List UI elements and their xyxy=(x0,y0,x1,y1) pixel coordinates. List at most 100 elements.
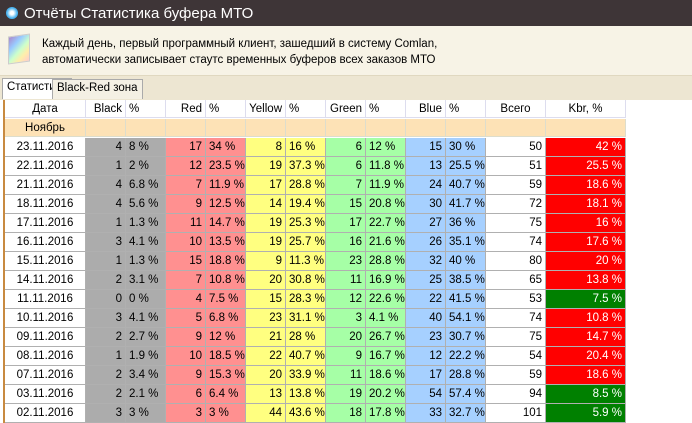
cell-date[interactable]: 15.11.2016 xyxy=(5,252,86,271)
table-row[interactable]: 15.11.2016 1 1.3 % 15 18.8 % 9 11.3 % 23 28.8 % 3… xyxy=(5,252,626,271)
cell-date[interactable]: 08.11.2016 xyxy=(5,347,86,366)
cell-total[interactable]: 72 xyxy=(486,195,546,214)
cell-yellow-pct[interactable]: 28.3 % xyxy=(286,290,326,309)
cell-green-count[interactable]: 11 xyxy=(326,366,366,385)
cell-date[interactable]: 09.11.2016 xyxy=(5,328,86,347)
cell-total[interactable]: 74 xyxy=(486,233,546,252)
cell-red-count[interactable]: 15 xyxy=(166,252,206,271)
table-row[interactable]: 22.11.2016 1 2 % 12 23.5 % 19 37.3 % 6 11.8 % 13 2… xyxy=(5,157,626,176)
cell-date[interactable]: 17.11.2016 xyxy=(5,214,86,233)
cell-yellow-pct[interactable]: 11.3 % xyxy=(286,252,326,271)
col-red-pct[interactable]: % xyxy=(206,100,246,118)
cell-total[interactable]: 101 xyxy=(486,404,546,423)
table-row[interactable]: 07.11.2016 2 3.4 % 9 15.3 % 20 33.9 % 11 18.6 % 1… xyxy=(5,366,626,385)
cell-kbr[interactable]: 18.6 % xyxy=(546,366,626,385)
cell-blue-count[interactable]: 15 xyxy=(406,138,446,157)
cell-red-count[interactable]: 9 xyxy=(166,366,206,385)
cell-red-pct[interactable]: 6.8 % xyxy=(206,309,246,328)
cell-yellow-pct[interactable]: 25.3 % xyxy=(286,214,326,233)
cell-total[interactable]: 75 xyxy=(486,214,546,233)
cell-blue-count[interactable]: 54 xyxy=(406,385,446,404)
cell-yellow-count[interactable]: 44 xyxy=(246,404,286,423)
table-row[interactable]: 03.11.2016 2 2.1 % 6 6.4 % 13 13.8 % 19 20.2 % 54… xyxy=(5,385,626,404)
cell-black-count[interactable]: 4 xyxy=(86,138,126,157)
cell-black-pct[interactable]: 0 % xyxy=(126,290,166,309)
col-total[interactable]: Всего xyxy=(486,100,546,118)
col-black[interactable]: Black xyxy=(86,100,126,118)
cell-blue-pct[interactable]: 30 % xyxy=(446,138,486,157)
cell-yellow-count[interactable]: 21 xyxy=(246,328,286,347)
cell-yellow-pct[interactable]: 28.8 % xyxy=(286,176,326,195)
cell-yellow-pct[interactable]: 25.7 % xyxy=(286,233,326,252)
cell-blue-count[interactable]: 40 xyxy=(406,309,446,328)
cell-date[interactable]: 21.11.2016 xyxy=(5,176,86,195)
cell-total[interactable]: 54 xyxy=(486,347,546,366)
cell-total[interactable]: 75 xyxy=(486,328,546,347)
cell-green-pct[interactable]: 28.8 % xyxy=(366,252,406,271)
cell-yellow-count[interactable]: 17 xyxy=(246,176,286,195)
col-blue[interactable]: Blue xyxy=(406,100,446,118)
cell-red-pct[interactable]: 18.8 % xyxy=(206,252,246,271)
cell-kbr[interactable]: 7.5 % xyxy=(546,290,626,309)
cell-yellow-count[interactable]: 9 xyxy=(246,252,286,271)
cell-blue-count[interactable]: 22 xyxy=(406,290,446,309)
cell-green-pct[interactable]: 20.2 % xyxy=(366,385,406,404)
cell-black-pct[interactable]: 4.1 % xyxy=(126,309,166,328)
cell-green-count[interactable]: 20 xyxy=(326,328,366,347)
cell-green-count[interactable]: 17 xyxy=(326,214,366,233)
cell-black-pct[interactable]: 2.1 % xyxy=(126,385,166,404)
col-green-pct[interactable]: % xyxy=(366,100,406,118)
cell-blue-count[interactable]: 23 xyxy=(406,328,446,347)
cell-red-pct[interactable]: 6.4 % xyxy=(206,385,246,404)
cell-kbr[interactable]: 8.5 % xyxy=(546,385,626,404)
cell-green-pct[interactable]: 22.7 % xyxy=(366,214,406,233)
cell-green-pct[interactable]: 16.7 % xyxy=(366,347,406,366)
cell-yellow-pct[interactable]: 28 % xyxy=(286,328,326,347)
cell-blue-count[interactable]: 17 xyxy=(406,366,446,385)
cell-blue-count[interactable]: 24 xyxy=(406,176,446,195)
cell-black-pct[interactable]: 3 % xyxy=(126,404,166,423)
cell-green-count[interactable]: 6 xyxy=(326,138,366,157)
cell-green-count[interactable]: 7 xyxy=(326,176,366,195)
col-date[interactable]: Дата xyxy=(5,100,86,118)
cell-blue-pct[interactable]: 36 % xyxy=(446,214,486,233)
cell-black-count[interactable]: 2 xyxy=(86,385,126,404)
table-row[interactable]: 09.11.2016 2 2.7 % 9 12 % 21 28 % 20 26.7 % 23 30.… xyxy=(5,328,626,347)
cell-yellow-pct[interactable]: 16 % xyxy=(286,138,326,157)
cell-total[interactable]: 80 xyxy=(486,252,546,271)
cell-red-pct[interactable]: 13.5 % xyxy=(206,233,246,252)
cell-black-pct[interactable]: 1.9 % xyxy=(126,347,166,366)
cell-blue-pct[interactable]: 32.7 % xyxy=(446,404,486,423)
cell-black-pct[interactable]: 1.3 % xyxy=(126,252,166,271)
cell-black-count[interactable]: 1 xyxy=(86,157,126,176)
cell-red-pct[interactable]: 14.7 % xyxy=(206,214,246,233)
cell-black-pct[interactable]: 2 % xyxy=(126,157,166,176)
cell-green-pct[interactable]: 26.7 % xyxy=(366,328,406,347)
cell-kbr[interactable]: 20 % xyxy=(546,252,626,271)
cell-total[interactable]: 53 xyxy=(486,290,546,309)
cell-black-count[interactable]: 3 xyxy=(86,309,126,328)
col-blue-pct[interactable]: % xyxy=(446,100,486,118)
cell-kbr[interactable]: 14.7 % xyxy=(546,328,626,347)
cell-red-count[interactable]: 5 xyxy=(166,309,206,328)
cell-total[interactable]: 94 xyxy=(486,385,546,404)
cell-red-pct[interactable]: 12 % xyxy=(206,328,246,347)
cell-yellow-pct[interactable]: 40.7 % xyxy=(286,347,326,366)
cell-black-count[interactable]: 4 xyxy=(86,195,126,214)
cell-blue-count[interactable]: 33 xyxy=(406,404,446,423)
cell-date[interactable]: 14.11.2016 xyxy=(5,271,86,290)
cell-total[interactable]: 65 xyxy=(486,271,546,290)
cell-red-pct[interactable]: 7.5 % xyxy=(206,290,246,309)
cell-green-count[interactable]: 11 xyxy=(326,271,366,290)
cell-date[interactable]: 07.11.2016 xyxy=(5,366,86,385)
cell-green-pct[interactable]: 20.8 % xyxy=(366,195,406,214)
cell-yellow-count[interactable]: 8 xyxy=(246,138,286,157)
cell-red-count[interactable]: 12 xyxy=(166,157,206,176)
cell-yellow-count[interactable]: 14 xyxy=(246,195,286,214)
cell-yellow-pct[interactable]: 33.9 % xyxy=(286,366,326,385)
cell-black-pct[interactable]: 5.6 % xyxy=(126,195,166,214)
cell-yellow-pct[interactable]: 37.3 % xyxy=(286,157,326,176)
cell-red-count[interactable]: 10 xyxy=(166,233,206,252)
cell-blue-pct[interactable]: 40 % xyxy=(446,252,486,271)
cell-green-pct[interactable]: 16.9 % xyxy=(366,271,406,290)
